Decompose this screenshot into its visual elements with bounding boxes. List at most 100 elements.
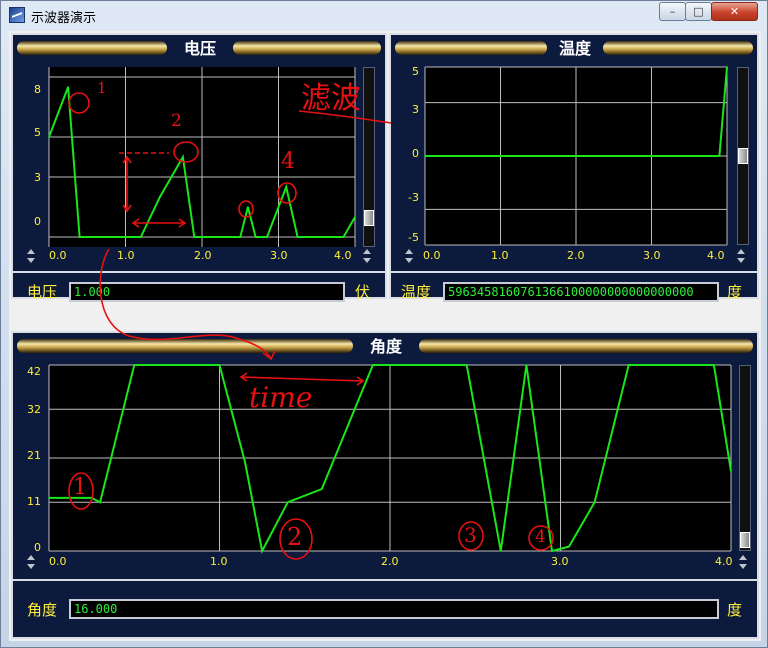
header-ornament-left — [395, 41, 547, 55]
voltage-data-point — [78, 236, 81, 238]
annotation-label: 2 — [171, 111, 182, 131]
annotation-label: 1 — [97, 79, 107, 97]
temperature-x-scroll-arrows-right[interactable] — [737, 249, 745, 263]
angle-x-scroll-arrows-right[interactable] — [739, 555, 747, 569]
minimize-button[interactable]: – — [659, 2, 686, 21]
temperature-ytick: -5 — [408, 231, 419, 244]
temperature-panel: 温度 5 3 0 -3 -5 0.0 1.0 2.0 3.0 4.0 温度 59… — [389, 33, 759, 302]
temperature-data-point — [424, 155, 426, 157]
voltage-data-point — [159, 196, 161, 198]
angle-data-point — [730, 470, 732, 473]
angle-xtick: 1.0 — [210, 555, 228, 568]
angle-data-point — [286, 501, 289, 504]
voltage-data-point — [101, 236, 104, 238]
angle-readout-bar: 角度 16.000 度 — [13, 579, 757, 637]
voltage-data-point — [254, 236, 257, 238]
voltage-data-point — [182, 156, 184, 158]
voltage-xtick: 1.0 — [117, 249, 135, 262]
voltage-data-point — [247, 206, 249, 208]
header-ornament-right — [419, 339, 753, 353]
angle-data-point — [48, 497, 50, 499]
angle-data-point — [133, 364, 136, 366]
temperature-unit: 度 — [727, 283, 743, 301]
angle-xtick: 4.0 — [715, 555, 733, 568]
angle-data-point — [627, 364, 630, 366]
temperature-scroll-thumb[interactable] — [738, 148, 748, 164]
maximize-button[interactable]: □ — [685, 2, 712, 21]
temperature-xtick: 2.0 — [567, 249, 585, 262]
angle-y-scrollbar[interactable] — [739, 365, 751, 551]
angle-ytick: 32 — [27, 403, 41, 416]
title-bar[interactable]: 示波器演示 – □ ✕ — [1, 1, 767, 29]
voltage-scroll-thumb[interactable] — [364, 210, 374, 226]
angle-ytick: 11 — [27, 495, 41, 508]
angle-xtick: 0.0 — [49, 555, 67, 568]
angle-chart — [48, 364, 732, 554]
angle-scroll-thumb[interactable] — [740, 532, 750, 548]
angle-x-scroll-arrows[interactable] — [27, 555, 35, 569]
angle-data-point — [261, 550, 263, 552]
angle-plot[interactable] — [48, 364, 732, 554]
voltage-y-scrollbar[interactable] — [363, 67, 375, 247]
voltage-data-point — [342, 236, 345, 238]
temperature-chart — [424, 66, 728, 246]
voltage-xtick: 0.0 — [49, 249, 67, 262]
voltage-data-point — [124, 236, 127, 238]
voltage-data-point — [48, 136, 50, 138]
temperature-xtick: 4.0 — [707, 249, 725, 262]
voltage-x-scroll-arrows[interactable] — [27, 249, 35, 263]
voltage-data-point — [86, 236, 89, 238]
temperature-readout-bar: 温度 5963458160761366100000000000000000 度 — [391, 271, 757, 302]
temperature-xtick: 1.0 — [491, 249, 509, 262]
angle-panel: 角度 42 32 21 11 0 0.0 1.0 2.0 3.0 4.0 角度 … — [11, 331, 759, 639]
voltage-xtick: 4.0 — [334, 249, 352, 262]
voltage-unit: 伏 — [355, 283, 371, 301]
angle-ytick: 0 — [34, 541, 41, 554]
voltage-xtick: 3.0 — [270, 249, 288, 262]
voltage-data-point — [354, 216, 356, 218]
voltage-header: 电压 — [17, 39, 381, 59]
angle-header: 角度 — [17, 337, 753, 357]
voltage-data-point — [296, 236, 299, 238]
temperature-label: 温度 — [401, 283, 432, 301]
voltage-data-point — [193, 236, 196, 238]
temperature-plot[interactable] — [424, 66, 728, 246]
header-ornament-left — [17, 339, 353, 353]
voltage-label: 电压 — [27, 283, 58, 301]
voltage-ytick: 0 — [34, 215, 41, 228]
annotation-label: 4 — [281, 149, 295, 174]
temperature-data-point — [718, 155, 721, 157]
angle-xtick: 3.0 — [551, 555, 569, 568]
angle-data-point — [713, 364, 715, 366]
close-button[interactable]: ✕ — [711, 2, 758, 21]
voltage-ytick: 3 — [34, 171, 41, 184]
window-title: 示波器演示 — [31, 11, 97, 26]
angle-data-point — [551, 550, 553, 552]
app-icon — [9, 7, 25, 23]
angle-unit: 度 — [727, 601, 743, 619]
voltage-data-point — [315, 236, 318, 238]
angle-data-point — [389, 364, 391, 366]
annotation-label: 1 — [73, 475, 87, 500]
header-ornament-right — [603, 41, 753, 55]
header-ornament-left — [17, 41, 167, 55]
angle-data-point — [244, 461, 246, 464]
angle-readout: 16.000 — [69, 599, 719, 619]
angle-data-point — [653, 364, 656, 366]
angle-data-point — [525, 364, 528, 366]
voltage-data-point — [285, 186, 287, 188]
temperature-y-scrollbar[interactable] — [737, 67, 749, 245]
temperature-header: 温度 — [395, 39, 753, 59]
voltage-readout-bar: 电压 1.000 伏 — [13, 271, 385, 302]
voltage-title: 电压 — [183, 39, 216, 58]
temperature-x-scroll-arrows[interactable] — [405, 249, 413, 263]
annotation-label: 3 — [464, 523, 477, 547]
angle-data-point — [90, 497, 93, 499]
temperature-ytick: 0 — [412, 147, 419, 160]
temperature-readout: 5963458160761366100000000000000000 — [443, 282, 719, 302]
header-ornament-right — [233, 41, 381, 55]
temperature-data-point — [726, 66, 728, 68]
voltage-x-scroll-arrows-right[interactable] — [363, 249, 371, 263]
voltage-data-point — [140, 236, 142, 238]
angle-data-point — [218, 364, 221, 366]
